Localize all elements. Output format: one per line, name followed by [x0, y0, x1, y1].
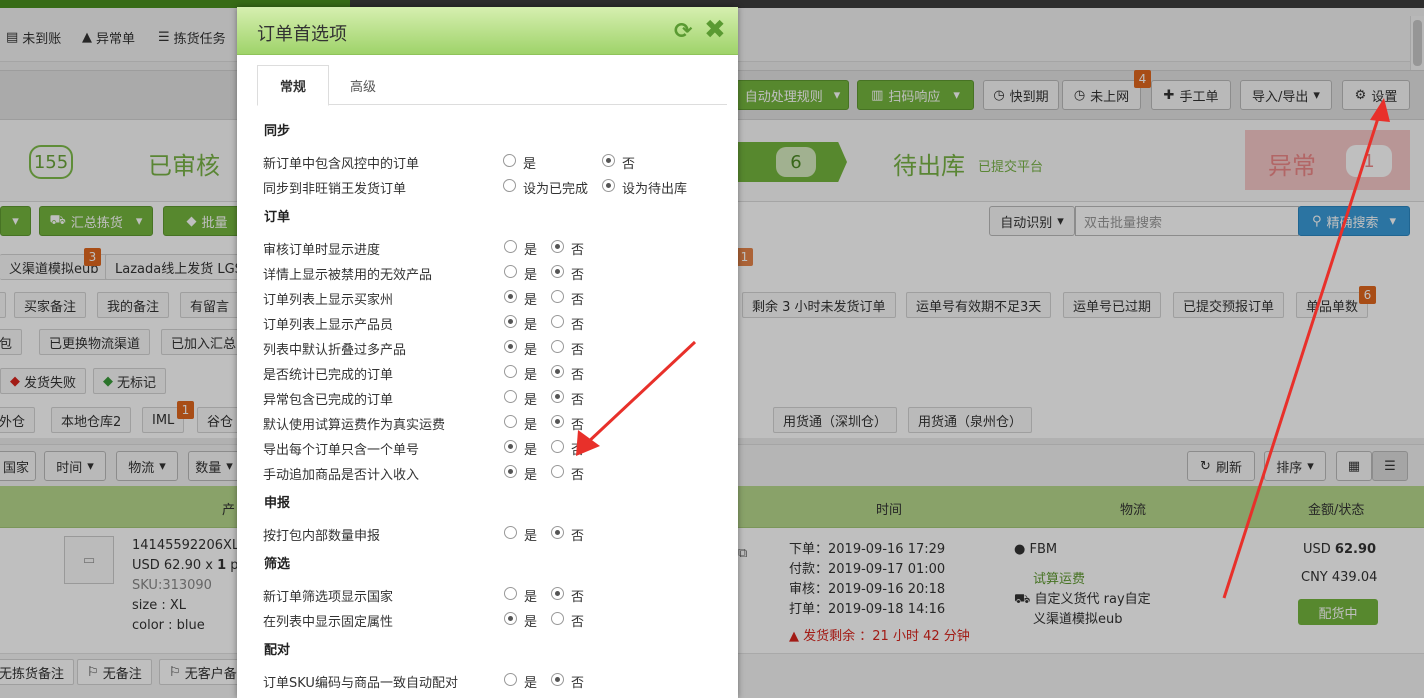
arrow-head [1370, 98, 1390, 122]
annotation-arrow [584, 340, 697, 446]
annotation-arrows [576, 98, 1390, 599]
annotation-arrow [1222, 111, 1382, 599]
